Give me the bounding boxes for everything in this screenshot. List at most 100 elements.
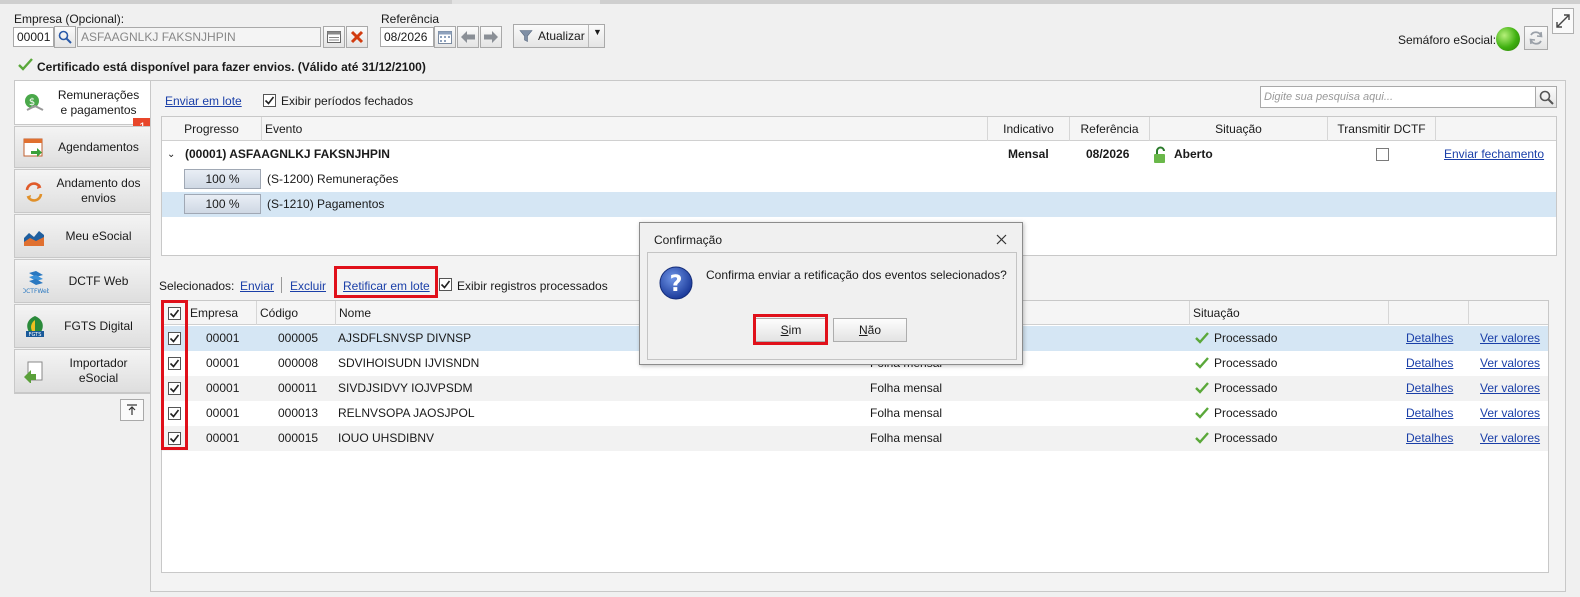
ver-valores-link[interactable]: Ver valores bbox=[1480, 351, 1540, 376]
svg-text:DCTFWeb: DCTFWeb bbox=[23, 288, 49, 295]
group-referencia: 08/2026 bbox=[1086, 147, 1130, 161]
event-name: (S-1210) Pagamentos bbox=[267, 197, 385, 211]
column-header-blank bbox=[1389, 301, 1469, 325]
column-header-transmitir-dctf[interactable]: Transmitir DCTF bbox=[1328, 117, 1436, 141]
row-situacao: Processado bbox=[1214, 406, 1278, 420]
row-empresa: 00001 bbox=[206, 356, 240, 370]
detalhes-link[interactable]: Detalhes bbox=[1406, 351, 1453, 376]
sidebar-item-andamento[interactable]: Andamento dos envios bbox=[14, 169, 150, 213]
group-row[interactable]: ⌄ (00001) ASFAAGNLKJ FAKSNJHPIN Mensal 0… bbox=[162, 142, 1556, 167]
check-icon bbox=[1195, 407, 1209, 419]
ver-valores-link[interactable]: Ver valores bbox=[1480, 426, 1540, 451]
enviar-fechamento-link[interactable]: Enviar fechamento bbox=[1444, 142, 1544, 167]
column-header-evento[interactable]: Evento bbox=[262, 117, 988, 141]
checkmark-icon bbox=[169, 384, 180, 393]
question-icon: ? bbox=[659, 266, 693, 300]
chart-icon bbox=[24, 231, 44, 246]
calendar-icon bbox=[23, 138, 43, 157]
atualizar-button[interactable]: Atualizar ▼ bbox=[513, 24, 605, 48]
sidebar-item-importador[interactable]: Importador eSocial bbox=[14, 349, 150, 393]
nao-button[interactable]: Não bbox=[833, 318, 907, 342]
sidebar-item-agendamentos[interactable]: Agendamentos bbox=[14, 126, 150, 168]
expand-button[interactable] bbox=[1552, 8, 1574, 34]
empresa-list-button[interactable] bbox=[323, 26, 345, 48]
select-all-checkbox[interactable] bbox=[168, 307, 181, 320]
sidebar-item-meu-esocial[interactable]: Meu eSocial bbox=[14, 214, 150, 258]
table-row[interactable]: 00001 000013 RELNVSOPA JAOSJPOL Folha me… bbox=[162, 401, 1548, 426]
sidebar-item-label: Meu eSocial bbox=[65, 228, 132, 243]
selecionados-label: Selecionados: bbox=[159, 279, 235, 293]
close-icon bbox=[350, 30, 364, 44]
arrow-right-icon bbox=[484, 31, 498, 43]
detalhes-link[interactable]: Detalhes bbox=[1406, 426, 1453, 451]
dctf-web-icon: DCTFWeb bbox=[23, 271, 49, 295]
arrow-up-icon bbox=[127, 404, 137, 415]
column-header-referencia[interactable]: Referência bbox=[1070, 117, 1150, 141]
enviar-link[interactable]: Enviar bbox=[240, 279, 274, 293]
separator bbox=[281, 277, 282, 293]
ver-valores-link[interactable]: Ver valores bbox=[1480, 326, 1540, 351]
enviar-em-lote-link[interactable]: Enviar em lote bbox=[165, 94, 242, 108]
arrow-left-icon bbox=[461, 31, 475, 43]
row-checkbox[interactable] bbox=[168, 382, 181, 395]
sim-label: im bbox=[788, 323, 802, 337]
column-header-situacao[interactable]: Situação bbox=[1150, 117, 1328, 141]
detalhes-link[interactable]: Detalhes bbox=[1406, 326, 1453, 351]
group-situacao: Aberto bbox=[1174, 147, 1213, 161]
row-empresa: 00001 bbox=[206, 331, 240, 345]
detalhes-link[interactable]: Detalhes bbox=[1406, 376, 1453, 401]
clear-empresa-button[interactable] bbox=[346, 26, 368, 48]
exibir-registros-checkbox[interactable] bbox=[439, 278, 452, 291]
list-icon bbox=[327, 31, 341, 43]
row-checkbox[interactable] bbox=[168, 332, 181, 345]
chevron-down-icon[interactable]: ⌄ bbox=[167, 142, 175, 167]
row-checkbox[interactable] bbox=[168, 432, 181, 445]
column-header-situacao[interactable]: Situação bbox=[1190, 301, 1389, 325]
sidebar-item-remuneracoes[interactable]: $ Remunerações e pagamentos bbox=[14, 80, 150, 125]
transmitir-dctf-checkbox[interactable] bbox=[1376, 148, 1389, 161]
refresh-semaforo-button[interactable] bbox=[1524, 26, 1548, 50]
column-header-codigo[interactable]: Código bbox=[257, 301, 336, 325]
close-icon[interactable] bbox=[996, 234, 1007, 245]
collapse-sidebar-button[interactable] bbox=[120, 399, 144, 421]
sim-button[interactable]: Sim bbox=[754, 318, 828, 342]
empresa-code-input[interactable]: 00001 bbox=[13, 27, 54, 47]
search-button[interactable] bbox=[1535, 86, 1557, 108]
next-period-button[interactable] bbox=[480, 26, 502, 48]
excluir-link[interactable]: Excluir bbox=[290, 279, 326, 293]
checkmark-icon bbox=[169, 409, 180, 418]
retificar-em-lote-link[interactable]: Retificar em lote bbox=[343, 279, 430, 293]
row-checkbox[interactable] bbox=[168, 357, 181, 370]
column-header-progresso[interactable]: Progresso bbox=[162, 117, 262, 141]
row-tipo: Folha mensal bbox=[870, 381, 943, 395]
unlock-icon bbox=[1154, 146, 1165, 163]
import-icon bbox=[24, 361, 43, 383]
table-row[interactable]: 00001 000015 IOUO UHSDIBNV Folha mensal … bbox=[162, 426, 1548, 451]
checkmark-icon bbox=[264, 96, 275, 105]
search-input[interactable]: Digite sua pesquisa aqui... bbox=[1260, 86, 1536, 108]
row-nome: SDVIHOISUDN IJVISNDN bbox=[338, 356, 480, 370]
calendar-button[interactable] bbox=[434, 26, 456, 48]
event-row-selected[interactable]: 100 % (S-1210) Pagamentos bbox=[162, 192, 1556, 217]
column-header-indicativo[interactable]: Indicativo bbox=[988, 117, 1070, 141]
progress-bar: 100 % bbox=[184, 169, 261, 189]
ver-valores-link[interactable]: Ver valores bbox=[1480, 401, 1540, 426]
detalhes-link[interactable]: Detalhes bbox=[1406, 401, 1453, 426]
previous-period-button[interactable] bbox=[457, 26, 479, 48]
sidebar-item-fgts-digital[interactable]: FGTS FGTS Digital bbox=[14, 304, 150, 348]
referencia-input[interactable]: 08/2026 bbox=[380, 27, 434, 47]
refresh-icon bbox=[1529, 31, 1543, 45]
atualizar-label: Atualizar bbox=[538, 29, 585, 43]
checkmark-icon bbox=[169, 434, 180, 443]
event-row[interactable]: 100 % (S-1200) Remunerações bbox=[162, 167, 1556, 192]
ver-valores-link[interactable]: Ver valores bbox=[1480, 376, 1540, 401]
row-nome: SIVDJSIDVY IOJVPSDM bbox=[338, 381, 473, 395]
sidebar-item-dctf-web[interactable]: DCTFWeb DCTF Web bbox=[14, 259, 150, 303]
column-header-empresa[interactable]: Empresa bbox=[187, 301, 257, 325]
certificate-status: Certificado está disponível para fazer e… bbox=[37, 60, 426, 74]
search-empresa-button[interactable] bbox=[54, 26, 76, 48]
chevron-down-icon[interactable]: ▼ bbox=[593, 27, 602, 37]
table-row[interactable]: 00001 000011 SIVDJSIDVY IOJVPSDM Folha m… bbox=[162, 376, 1548, 401]
row-checkbox[interactable] bbox=[168, 407, 181, 420]
exibir-periodos-checkbox[interactable] bbox=[263, 94, 276, 107]
